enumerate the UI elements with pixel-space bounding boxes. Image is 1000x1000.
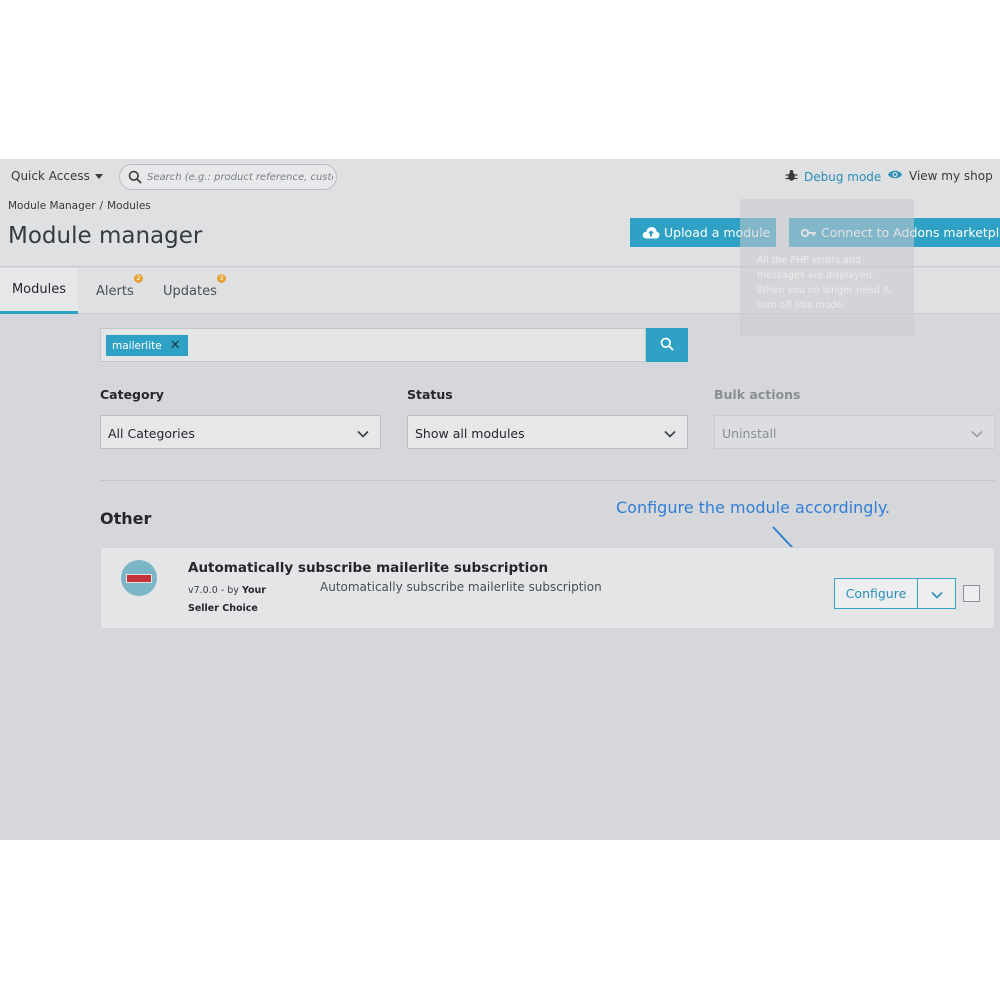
page-title: Module manager	[8, 223, 203, 249]
module-filter-input[interactable]: mailerlite ✕	[100, 328, 646, 362]
module-version: v7.0.0 - by	[188, 585, 242, 596]
module-row: Automatically subscribe mailerlite subsc…	[100, 547, 995, 629]
category-label: Category	[100, 387, 164, 402]
cloud-upload-icon	[642, 226, 660, 239]
tooltip-line: When you no longer need it,	[757, 285, 893, 296]
module-manager-screen: Quick Access Debug mode View my shop Mod…	[0, 159, 1000, 840]
tooltip-line: messages are displayed.	[757, 270, 875, 281]
bulk-actions-select: Uninstall	[714, 415, 995, 449]
breadcrumb: Module Manager / Modules	[8, 200, 151, 212]
status-select[interactable]: Show all modules	[407, 415, 688, 449]
tab-modules[interactable]: Modules	[0, 268, 78, 314]
view-shop-link[interactable]: View my shop	[887, 169, 993, 183]
module-meta: v7.0.0 - by Your Seller Choice	[188, 582, 288, 618]
filter-tag-label: mailerlite	[112, 339, 162, 352]
eye-icon	[887, 169, 903, 183]
filter-tag-mailerlite: mailerlite ✕	[106, 335, 188, 356]
caret-down-icon	[94, 174, 103, 179]
status-value: Show all modules	[415, 426, 525, 441]
module-logo-badge	[126, 573, 152, 583]
breadcrumb-separator: /	[99, 200, 104, 212]
tooltip-line: turn off this mode.	[757, 300, 846, 311]
chevron-down-icon	[357, 426, 369, 441]
alerts-count-badge: 2	[134, 274, 143, 283]
tab-alerts[interactable]: Alerts 2	[96, 268, 143, 314]
tooltip-line: All the PHP errors and	[757, 255, 861, 266]
quick-access-menu[interactable]: Quick Access	[11, 169, 103, 183]
configure-button[interactable]: Configure	[835, 579, 918, 608]
view-shop-label: View my shop	[909, 169, 993, 183]
debug-mode-tooltip: All the PHP errors and messages are disp…	[740, 199, 914, 336]
chevron-down-icon	[664, 426, 676, 441]
top-header: Quick Access Debug mode View my shop	[0, 159, 1000, 195]
bulk-actions-value: Uninstall	[722, 426, 777, 441]
configure-button-group: Configure	[834, 578, 956, 609]
module-logo	[121, 560, 157, 596]
remove-tag-icon[interactable]: ✕	[170, 339, 181, 352]
module-select-checkbox[interactable]	[963, 585, 980, 602]
configure-dropdown-toggle[interactable]	[918, 579, 955, 608]
tab-alerts-label: Alerts	[96, 283, 134, 299]
quick-access-label: Quick Access	[11, 169, 90, 183]
chevron-down-icon	[930, 584, 943, 603]
header-search[interactable]	[119, 164, 337, 190]
bug-icon	[785, 169, 798, 185]
chevron-down-icon	[971, 426, 983, 441]
debug-mode-label: Debug mode	[804, 170, 882, 184]
breadcrumb-item-modules[interactable]: Modules	[107, 200, 151, 212]
filter-search-button[interactable]	[646, 328, 688, 362]
tab-modules-label: Modules	[11, 282, 67, 297]
divider	[100, 480, 995, 481]
debug-mode-link[interactable]: Debug mode	[785, 169, 881, 185]
category-select[interactable]: All Categories	[100, 415, 381, 449]
category-section-title: Other	[100, 509, 152, 528]
updates-count-badge: 3	[217, 274, 226, 283]
tab-updates-label: Updates	[163, 283, 217, 299]
bulk-actions-label: Bulk actions	[714, 387, 801, 402]
header-search-input[interactable]	[147, 167, 333, 187]
annotation-text: Configure the module accordingly.	[616, 498, 891, 517]
module-name: Automatically subscribe mailerlite subsc…	[188, 560, 549, 576]
search-icon	[660, 336, 674, 355]
module-description: Automatically subscribe mailerlite subsc…	[320, 580, 602, 594]
search-icon	[128, 169, 142, 188]
category-value: All Categories	[108, 426, 195, 441]
breadcrumb-item-module-manager[interactable]: Module Manager	[8, 200, 96, 212]
status-label: Status	[407, 387, 453, 402]
tab-updates[interactable]: Updates 3	[163, 268, 226, 314]
